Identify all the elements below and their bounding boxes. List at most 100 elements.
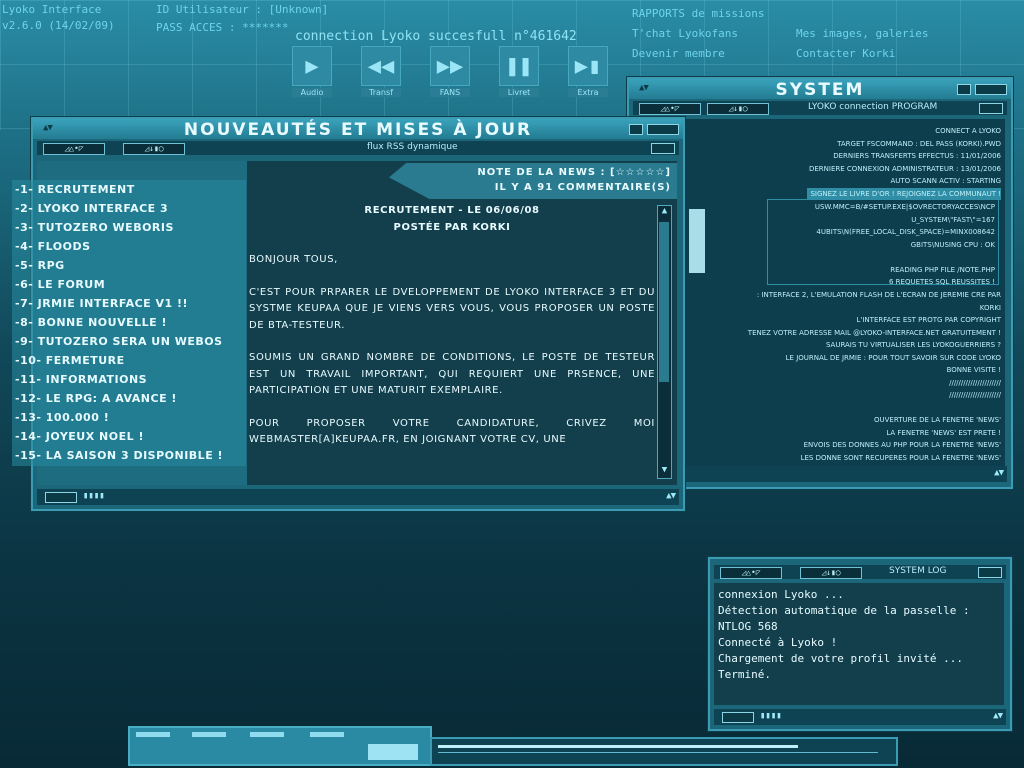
system-bottom-lines: : Interface 2, l'emulation flash de l'ec… xyxy=(748,289,1001,464)
link-rapports[interactable]: RAPPORTS de missions xyxy=(632,7,764,20)
user-id: ID Utilisateur : [Unknown] xyxy=(156,3,329,16)
fast-forward-icon: ▶▶ xyxy=(430,46,470,86)
scroll-up-icon[interactable]: ▲ xyxy=(658,206,671,219)
taskbar-button[interactable] xyxy=(368,744,418,760)
article-paragraph: Bonjour tous, xyxy=(249,254,338,265)
system-subtitle: LYOKO connection PROGRAM xyxy=(808,102,938,112)
list-item[interactable]: -5- RPG xyxy=(12,256,246,275)
livret-label: Livret xyxy=(499,88,539,97)
toolbar-glyph-right[interactable]: ◿↓▮◯ xyxy=(707,103,769,115)
article-byline: Postée par Korki xyxy=(393,221,511,233)
footer-arrows-icon[interactable]: ▲▼ xyxy=(666,491,676,501)
system-toolbar-toggle[interactable] xyxy=(979,103,1003,114)
sys-line: 4ubits\n(free_local_disk_space)=minx0086… xyxy=(816,228,995,236)
log-line: Terminé. xyxy=(718,668,771,681)
taskbar-slot[interactable] xyxy=(136,732,170,737)
connection-status: connection Lyoko succesfull n°461642 xyxy=(295,29,577,44)
sys-line: Bonne visite ! xyxy=(946,366,1001,374)
log-line: connexion Lyoko ... xyxy=(718,588,844,601)
news-footer: ▮▮▮▮ ▲▼ xyxy=(37,489,679,505)
extra-button[interactable]: ▶▮ Extra xyxy=(568,46,608,98)
scroll-down-icon[interactable]: ▼ xyxy=(658,465,671,478)
toolbar-glyph-left[interactable]: ◿△•◸ xyxy=(720,567,782,579)
news-rating[interactable]: Note de la news : [☆☆☆☆☆] xyxy=(477,167,671,178)
list-item[interactable]: -14- Joyeux Noel ! xyxy=(12,427,246,446)
list-item[interactable]: -1- Recrutement xyxy=(12,180,246,199)
sys-line: ////////////////////// xyxy=(949,378,1001,387)
sys-line: Envois des donnes au PHP pour la fenetre… xyxy=(803,441,1001,449)
link-devenir-membre[interactable]: Devenir membre xyxy=(632,47,725,60)
system-meter xyxy=(689,209,705,273)
footer-arrows-icon[interactable]: ▲▼ xyxy=(994,468,1004,478)
article-scrollbar[interactable]: ▲ ▼ xyxy=(657,205,672,479)
log-line: Connecté à Lyoko ! xyxy=(718,636,838,649)
sys-line: gbits\nusing cpu : ok xyxy=(910,240,995,249)
toolbar-glyph-right[interactable]: ◿↓▮◯ xyxy=(123,143,185,155)
list-item[interactable]: -3- Tutozero Weboris xyxy=(12,218,246,237)
taskbar-slot[interactable] xyxy=(310,732,344,737)
footer-box-icon[interactable] xyxy=(45,492,77,503)
article-paragraph: Pour proposer votre candidature, crivez … xyxy=(249,417,655,446)
news-title: Nouveautés et mises à jour xyxy=(183,120,533,140)
app-version: v2.6.0 (14/02/09) xyxy=(2,19,115,32)
log-window[interactable]: ◿△•◸ ◿↓▮◯ SYSTEM LOG connexion Lyoko ...… xyxy=(708,557,1012,731)
play-icon: ▶ xyxy=(292,46,332,86)
sys-line: Derniere connexion administrateur : 13/0… xyxy=(808,164,1001,173)
sys-line: Korki xyxy=(979,303,1001,312)
news-list: -1- Recrutement -2- Lyoko Interface 3 -3… xyxy=(12,180,246,466)
article-heading: Recrutement - le 06/06/08 xyxy=(364,205,540,216)
list-item[interactable]: -2- Lyoko Interface 3 xyxy=(12,199,246,218)
app-name: Lyoko Interface xyxy=(2,3,102,16)
list-item[interactable]: -12- Le RPG: a avance ! xyxy=(12,389,246,408)
news-toolbar: ◿△•◸ ◿↓▮◯ flux RSS dynamique xyxy=(37,141,679,155)
progress-bar xyxy=(438,745,798,748)
fans-button[interactable]: ▶▶ FANS xyxy=(430,46,470,98)
log-line: Chargement de votre profil invité ... xyxy=(718,652,964,665)
scroll-thumb[interactable] xyxy=(659,222,669,382)
list-item[interactable]: -11- Informations xyxy=(12,370,246,389)
minimize-icon[interactable] xyxy=(629,124,643,135)
list-item[interactable]: -15- La saison 3 disponible ! xyxy=(12,446,246,465)
log-toolbar-toggle[interactable] xyxy=(978,567,1002,578)
pass-field: PASS ACCES : ******* xyxy=(156,21,289,34)
footer-arrows-icon[interactable]: ▲▼ xyxy=(993,711,1003,721)
toolbar-glyph-right[interactable]: ◿↓▮◯ xyxy=(800,567,862,579)
toolbar-glyph-left[interactable]: ◿△•◸ xyxy=(639,103,701,115)
transf-label: Transf xyxy=(361,88,401,97)
list-item[interactable]: -4- Floods xyxy=(12,237,246,256)
maximize-icon[interactable] xyxy=(975,84,1007,95)
taskbar-slot[interactable] xyxy=(250,732,284,737)
sys-line: 6 requetes SQL reussites ! xyxy=(888,278,995,286)
news-toolbar-toggle[interactable] xyxy=(651,143,675,154)
list-item[interactable]: -9- Tutozero sera un Webos xyxy=(12,332,246,351)
minimize-icon[interactable] xyxy=(957,84,971,95)
livret-button[interactable]: ❚❚ Livret xyxy=(499,46,539,98)
link-tchat[interactable]: T'chat Lyokofans xyxy=(632,27,738,40)
system-title: System xyxy=(775,80,865,100)
list-item[interactable]: -13- 100.000 ! xyxy=(12,408,246,427)
link-images[interactable]: Mes images, galeries xyxy=(796,27,928,40)
sys-line xyxy=(815,251,995,264)
list-item[interactable]: -6- Le forum xyxy=(12,275,246,294)
footer-bars-icon: ▮▮▮▮ xyxy=(83,491,105,501)
system-mid-box: usw.mmc=b/#setup.exe|$ovrectoryacces\ncp… xyxy=(767,199,999,286)
list-item[interactable]: -10- Fermeture xyxy=(12,351,246,370)
sys-line: Reading PHP file /note.php xyxy=(890,265,995,274)
taskbar-slot[interactable] xyxy=(192,732,226,737)
news-comments[interactable]: Il y a 91 commentaire(s) xyxy=(495,182,671,193)
sys-line: u_system\"fast\"=167 xyxy=(911,215,995,224)
article-paragraph: C'est pour prparer le dveloppement de Ly… xyxy=(249,286,655,331)
sys-line: Saurais tu virtualiser les Lyokoguerrier… xyxy=(825,341,1001,349)
log-line: NTLOG 568 xyxy=(718,620,778,633)
transf-button[interactable]: ◀◀ Transf xyxy=(361,46,401,98)
fans-label: FANS xyxy=(430,88,470,97)
link-contact[interactable]: Contacter Korki xyxy=(796,47,895,60)
list-item[interactable]: -7- Jrmie Interface v1 !! xyxy=(12,294,246,313)
footer-box-icon[interactable] xyxy=(722,712,754,723)
maximize-icon[interactable] xyxy=(647,124,679,135)
toolbar-glyph-left[interactable]: ◿△•◸ xyxy=(43,143,105,155)
article-paragraph: Soumis un grand nombre de conditions, le… xyxy=(249,352,655,396)
sys-line: La fenetre 'news' est prete ! xyxy=(886,428,1001,437)
list-item[interactable]: -8- Bonne nouvelle ! xyxy=(12,313,246,332)
audio-button[interactable]: ▶ Audio xyxy=(292,46,332,98)
